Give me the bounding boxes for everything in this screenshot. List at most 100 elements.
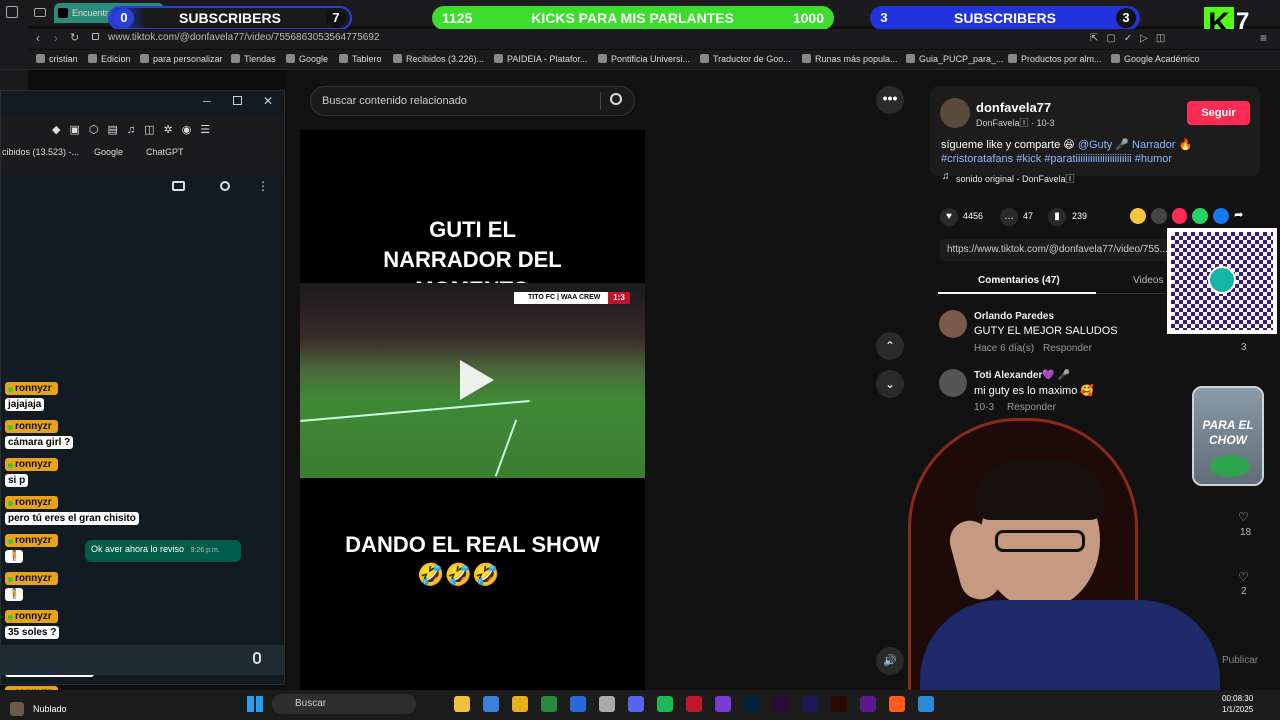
premiere-icon[interactable]: [773, 696, 789, 712]
taskbar-search-label: Buscar: [295, 698, 327, 709]
bookmark-label: PAIDEIA - Platafor...: [507, 54, 588, 64]
follow-button[interactable]: Seguir: [1187, 101, 1250, 125]
comment-reply[interactable]: Responder: [1007, 402, 1056, 413]
clock-date: 1/1/2025: [1222, 705, 1254, 714]
tab-comments[interactable]: Comentarios (47): [978, 275, 1060, 286]
close-button[interactable]: ✕: [263, 94, 273, 108]
spotify-icon[interactable]: [657, 696, 673, 712]
back-icon[interactable]: ‹: [36, 31, 40, 45]
mic-icon[interactable]: [253, 652, 261, 664]
more-options-icon[interactable]: •••: [876, 86, 904, 114]
search-divider: [600, 92, 601, 110]
menu-icon[interactable]: ≡: [1260, 31, 1267, 45]
maximize-button[interactable]: [233, 96, 242, 105]
media-encoder-icon[interactable]: [802, 696, 818, 712]
bookmark-item[interactable]: Guia_PUCP_para_...: [906, 54, 1004, 64]
extension-icons[interactable]: ⇱▢✓▷◫: [1090, 33, 1173, 44]
message-input-bar[interactable]: [0, 645, 284, 675]
bookmark-item[interactable]: Edicion: [88, 54, 131, 64]
url-text[interactable]: www.tiktok.com/@donfavela77/video/755686…: [108, 32, 379, 43]
comment-icon[interactable]: …: [1000, 208, 1018, 226]
like-icon[interactable]: ♥: [940, 208, 958, 226]
tip-jar-label: PARA EL CHOW: [1202, 418, 1254, 447]
taskbar-search[interactable]: [272, 694, 416, 714]
folder-icon[interactable]: [512, 696, 528, 712]
publish-button[interactable]: Publicar: [1222, 655, 1258, 666]
photoshop-icon[interactable]: [744, 696, 760, 712]
bookmark-item[interactable]: Tablero: [339, 54, 382, 64]
opera-icon[interactable]: [686, 696, 702, 712]
streamlabs-icon[interactable]: [715, 696, 731, 712]
tab-videos[interactable]: Videos: [1133, 275, 1163, 286]
video-call-icon[interactable]: [172, 181, 185, 191]
reload-icon[interactable]: ↻: [70, 31, 79, 44]
inner-bookmark-2[interactable]: Google: [94, 147, 123, 157]
heart-icon[interactable]: ♡: [1238, 510, 1249, 524]
calculator-icon[interactable]: [599, 696, 615, 712]
comment-time: Hace 6 día(s): [974, 343, 1035, 354]
comment-avatar[interactable]: [939, 369, 967, 397]
scroll-down-icon[interactable]: ⌄: [876, 370, 904, 398]
scroll-up-icon[interactable]: ⌃: [876, 332, 904, 360]
caption-mention[interactable]: @Guty 🎤 Narrador 🔥: [1078, 139, 1192, 151]
inner-toolbar-icons[interactable]: ◆▣⬡▤♫◫✲◉☰: [52, 123, 219, 136]
search-icon[interactable]: [610, 93, 622, 105]
comment-avatar[interactable]: [939, 310, 967, 338]
volume-icon[interactable]: 🔊: [876, 647, 904, 675]
heart-icon[interactable]: ♡: [1238, 570, 1249, 584]
chat-search-icon[interactable]: [220, 181, 230, 191]
send-icon[interactable]: [1171, 208, 1188, 224]
comment-author[interactable]: Toti Alexander💜 🎤: [974, 370, 1070, 381]
chat-user-badge: ronnyzr: [5, 382, 58, 395]
tab-list-icon[interactable]: [34, 8, 46, 17]
chat-user-badge: ronnyzr: [5, 458, 58, 471]
play-icon[interactable]: [460, 360, 494, 400]
minimize-button[interactable]: ─: [203, 96, 211, 108]
bookmark-item[interactable]: Recibidos (3.226)...: [393, 54, 484, 64]
bookmark-item[interactable]: Google Académico: [1111, 54, 1200, 64]
share-url-field[interactable]: https://www.tiktok.com/@donfavela77/vide…: [940, 239, 1170, 261]
caption-tags[interactable]: #cristoratafans #kick #paratiiiiiiiiiiii…: [941, 153, 1172, 165]
embed-icon[interactable]: [1150, 208, 1167, 224]
bookmark-item[interactable]: Runas más popula...: [802, 54, 898, 64]
bookmark-item[interactable]: Pontificia Universi...: [598, 54, 690, 64]
sidebar-icon[interactable]: [6, 6, 18, 18]
search-input[interactable]: Buscar contenido relacionado: [322, 95, 467, 107]
coin-icon[interactable]: [1130, 208, 1146, 224]
illustrator-icon[interactable]: [831, 696, 847, 712]
notes-icon[interactable]: [570, 696, 586, 712]
bookmark-item[interactable]: Tiendas: [231, 54, 276, 64]
weather-icon[interactable]: [10, 702, 24, 716]
bookmark-item[interactable]: PAIDEIA - Platafor...: [494, 54, 587, 64]
avatar[interactable]: [940, 98, 970, 128]
onenote-icon[interactable]: [860, 696, 876, 712]
facebook-icon[interactable]: [1213, 208, 1230, 224]
inner-bookmark-3[interactable]: ChatGPT: [146, 147, 184, 157]
music-icon: ♫: [942, 171, 950, 182]
edge-icon[interactable]: [918, 696, 934, 712]
bookmark-icon[interactable]: ▮: [1048, 208, 1066, 226]
bookmark-label: Guia_PUCP_para_...: [919, 54, 1004, 64]
comment-reply[interactable]: Responder: [1043, 343, 1092, 354]
inner-bookmark-1[interactable]: cibidos (13.523) -...: [2, 147, 79, 157]
copilot-icon[interactable]: [483, 696, 499, 712]
author-name[interactable]: donfavela77: [976, 100, 1051, 115]
brave-icon[interactable]: [889, 696, 905, 712]
bookmark-item[interactable]: Traductor de Goo...: [700, 54, 791, 64]
bookmark-item[interactable]: Productos por alm...: [1008, 54, 1102, 64]
subscribers-right-count: 3: [874, 8, 894, 28]
share-icons[interactable]: ➦: [1130, 208, 1250, 224]
chat-menu-icon[interactable]: ⋮: [257, 179, 269, 193]
whatsapp-icon[interactable]: [1192, 208, 1209, 224]
share-arrow-icon[interactable]: ➦: [1234, 208, 1250, 224]
bookmark-item[interactable]: cristian: [36, 54, 78, 64]
forward-icon[interactable]: ›: [54, 31, 58, 45]
discord-icon[interactable]: [628, 696, 644, 712]
file-manager-icon[interactable]: [454, 696, 470, 712]
bookmark-item[interactable]: Google: [286, 54, 328, 64]
store-icon[interactable]: [541, 696, 557, 712]
windows-start-icon[interactable]: [247, 696, 263, 712]
comment-author[interactable]: Orlando Paredes: [974, 311, 1054, 322]
sound-label[interactable]: sonido original - DonFavela🄸: [956, 172, 1075, 185]
bookmark-item[interactable]: para personalizar: [140, 54, 223, 64]
